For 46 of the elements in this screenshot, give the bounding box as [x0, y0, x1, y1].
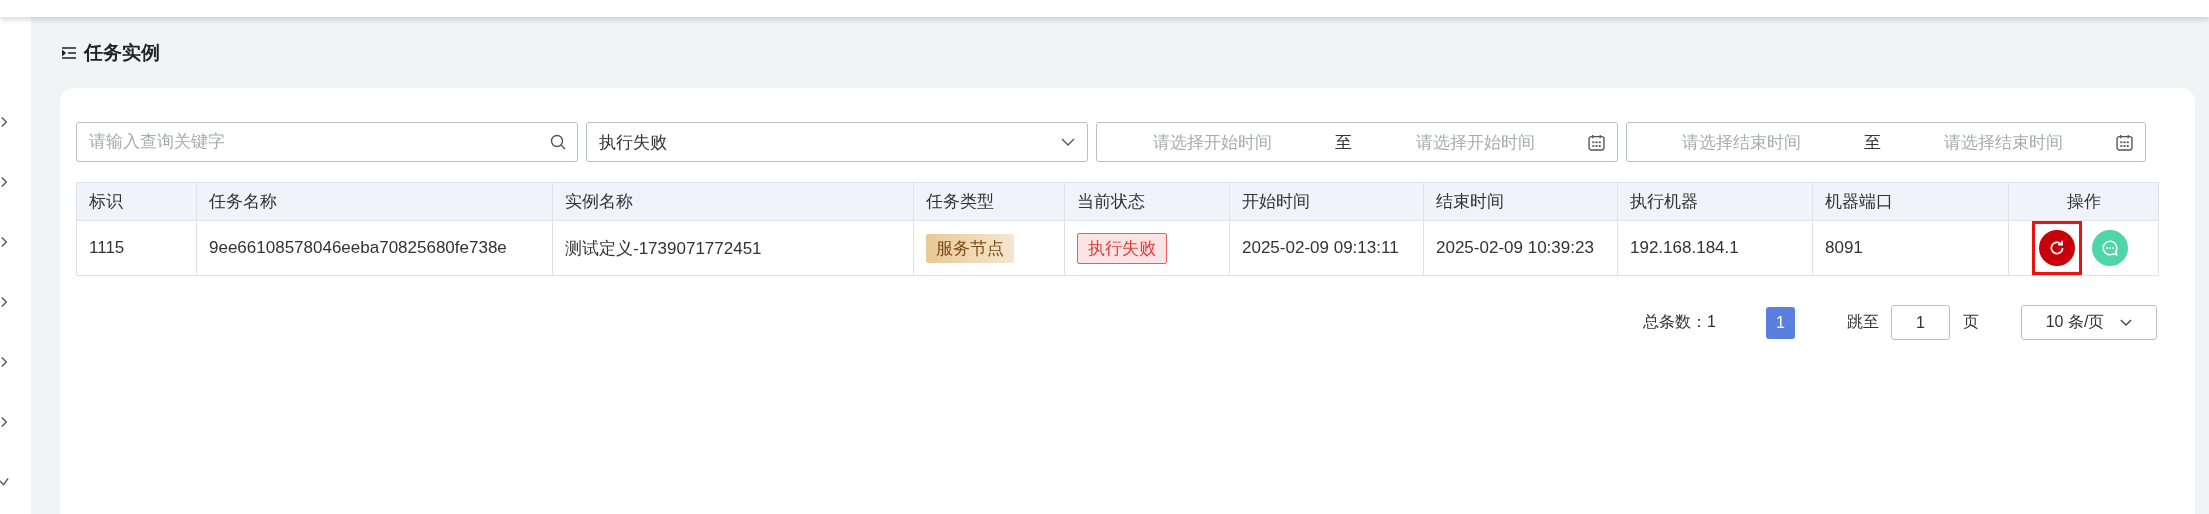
status-tag: 执行失败 [1077, 232, 1167, 264]
table-cell: 192.168.184.1 [1617, 220, 1813, 276]
chevron-down-icon [2120, 319, 2133, 326]
table-cell: 8091 [1812, 220, 2009, 276]
type-tag: 服务节点 [926, 233, 1014, 263]
page-size-select[interactable]: 10 条/页 [2021, 305, 2157, 340]
chevron-down-icon [1061, 138, 1075, 146]
chevron-right-icon[interactable] [0, 355, 9, 369]
table-cell: 测试定义-1739071772451 [552, 220, 914, 276]
chevron-right-icon[interactable] [0, 295, 9, 309]
chat-bubble-icon [2101, 239, 2119, 257]
calendar-icon [1588, 133, 1605, 151]
list-icon [62, 46, 76, 59]
page-title: 任务实例 [84, 40, 160, 65]
chevron-right-icon[interactable] [0, 175, 9, 189]
table-cell: 2025-02-09 10:39:23 [1423, 220, 1618, 276]
refresh-icon [2048, 239, 2066, 257]
retry-button[interactable] [2039, 230, 2075, 266]
chevron-down-icon[interactable] [0, 475, 9, 489]
range-separator: 至 [1863, 131, 1882, 154]
jump-label: 跳至 [1847, 312, 1879, 332]
column-header: 任务类型 [913, 182, 1065, 221]
column-header: 执行机器 [1617, 182, 1813, 221]
column-header: 当前状态 [1064, 182, 1230, 221]
search-icon [550, 134, 566, 150]
chevron-right-icon[interactable] [0, 235, 9, 249]
column-header: 机器端口 [1812, 182, 2009, 221]
search-field[interactable]: 请输入查询关键字 [76, 122, 578, 162]
column-header: 标识 [76, 182, 197, 221]
range-separator: 至 [1334, 131, 1353, 154]
total-count: 总条数：1 [1643, 312, 1716, 332]
calendar-icon [2116, 133, 2133, 151]
column-header: 操作 [2008, 182, 2159, 221]
page-unit: 页 [1963, 312, 1979, 332]
page-input[interactable]: 1 [1891, 305, 1950, 340]
table-cell: 9ee66108578046eeba70825680fe738e [196, 220, 553, 276]
chevron-right-icon[interactable] [0, 115, 9, 129]
page-button[interactable]: 1 [1766, 306, 1795, 339]
column-header: 任务名称 [196, 182, 553, 221]
column-header: 开始时间 [1229, 182, 1424, 221]
status-select[interactable]: 执行失败 [586, 122, 1088, 162]
chevron-right-icon[interactable] [0, 415, 9, 429]
table-cell: 1115 [76, 220, 197, 276]
column-header: 结束时间 [1423, 182, 1618, 221]
column-header: 实例名称 [552, 182, 914, 221]
table-cell: 2025-02-09 09:13:11 [1229, 220, 1424, 276]
